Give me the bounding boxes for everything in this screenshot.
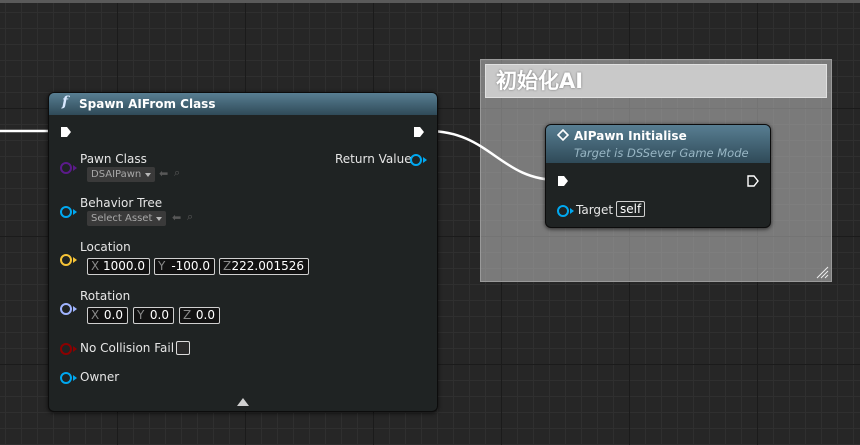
location-pin[interactable]	[60, 254, 72, 266]
location-x-value: 1000.0	[103, 259, 145, 273]
return-value-label: Return Value	[335, 152, 412, 166]
owner-label: Owner	[80, 370, 120, 384]
axis-z-label: Z	[183, 308, 192, 322]
node-subtitle: Target is DSSever Game Mode	[574, 146, 749, 160]
pawn-class-value: DSAIPawn	[91, 169, 142, 180]
no-collision-fail-pin-arrow	[73, 346, 77, 352]
use-selected-arrow-icon[interactable]: ⬅	[159, 167, 168, 180]
target-pin-arrow	[570, 208, 574, 214]
location-z-field[interactable]: Z 222.001526	[219, 258, 309, 275]
location-pin-arrow	[73, 257, 77, 263]
function-icon: f	[62, 94, 69, 110]
node-title: Spawn AIFrom Class	[79, 97, 216, 111]
pawn-class-pin-arrow	[73, 165, 77, 171]
rotation-y-value: 0.0	[149, 308, 169, 322]
location-z-value: 222.001526	[231, 259, 304, 273]
return-value-pin[interactable]	[410, 154, 422, 166]
no-collision-fail-checkbox[interactable]	[176, 341, 190, 355]
behavior-tree-dropdown[interactable]: Select Asset	[87, 211, 167, 226]
function-diamond-icon	[557, 129, 569, 141]
chevron-down-icon	[156, 217, 163, 221]
axis-y-label: Y	[137, 308, 145, 322]
browse-search-icon[interactable]: ⌕	[174, 166, 180, 180]
exec-out-pin[interactable]	[413, 126, 425, 138]
behavior-tree-pin-arrow	[73, 209, 77, 215]
target-label: Target	[576, 203, 614, 217]
rotation-z-field[interactable]: Z 0.0	[179, 307, 220, 324]
rotation-y-field[interactable]: Y 0.0	[133, 307, 174, 324]
node-header[interactable]: f Spawn AIFrom Class	[49, 93, 437, 115]
rotation-x-field[interactable]: X 0.0	[87, 307, 128, 324]
location-y-field[interactable]: Y -100.0	[154, 258, 215, 275]
browse-search-icon[interactable]: ⌕	[187, 210, 193, 224]
target-pin[interactable]	[557, 205, 569, 217]
axis-z-label: Z	[223, 259, 232, 273]
axis-x-label: X	[91, 259, 100, 273]
rotation-x-value: 0.0	[103, 308, 123, 322]
exec-out-pin[interactable]	[747, 175, 759, 187]
no-collision-fail-label: No Collision Fail	[80, 341, 175, 355]
pawn-class-label: Pawn Class	[80, 152, 147, 166]
exec-wire-spawn-to-init[interactable]	[427, 129, 559, 182]
chevron-down-icon	[145, 173, 152, 177]
rotation-pin-arrow	[73, 306, 77, 312]
location-x-field[interactable]: X 1000.0	[87, 258, 150, 275]
spawn-ai-from-class-node[interactable]: f Spawn AIFrom Class Return Value Pawn C…	[48, 92, 438, 412]
rotation-z-value: 0.0	[195, 308, 215, 322]
axis-y-label: Y	[158, 259, 166, 273]
location-y-value: -100.0	[171, 259, 210, 273]
exec-in-pin[interactable]	[60, 126, 72, 138]
node-header[interactable]: AIPawn Initialise Target is DSSever Game…	[546, 125, 770, 163]
return-value-pin-arrow	[423, 157, 427, 163]
aipawn-initialise-node[interactable]: AIPawn Initialise Target is DSSever Game…	[545, 124, 771, 228]
use-selected-arrow-icon[interactable]: ⬅	[172, 211, 181, 224]
axis-x-label: X	[91, 308, 100, 322]
target-self-value: self	[616, 201, 646, 217]
rotation-label: Rotation	[80, 289, 131, 303]
behavior-tree-label: Behavior Tree	[80, 196, 163, 210]
behavior-tree-pin[interactable]	[60, 206, 72, 218]
owner-pin[interactable]	[60, 372, 72, 384]
no-collision-fail-pin[interactable]	[60, 343, 72, 355]
rotation-pin[interactable]	[60, 303, 72, 315]
node-title: AIPawn Initialise	[574, 129, 687, 143]
behavior-tree-value: Select Asset	[91, 213, 153, 224]
pawn-class-dropdown[interactable]: DSAIPawn	[87, 167, 156, 182]
location-label: Location	[80, 240, 131, 254]
collapse-advanced-arrow-icon[interactable]	[237, 398, 249, 406]
owner-pin-arrow	[73, 375, 77, 381]
exec-in-pin[interactable]	[557, 175, 569, 187]
pawn-class-pin[interactable]	[60, 162, 72, 174]
